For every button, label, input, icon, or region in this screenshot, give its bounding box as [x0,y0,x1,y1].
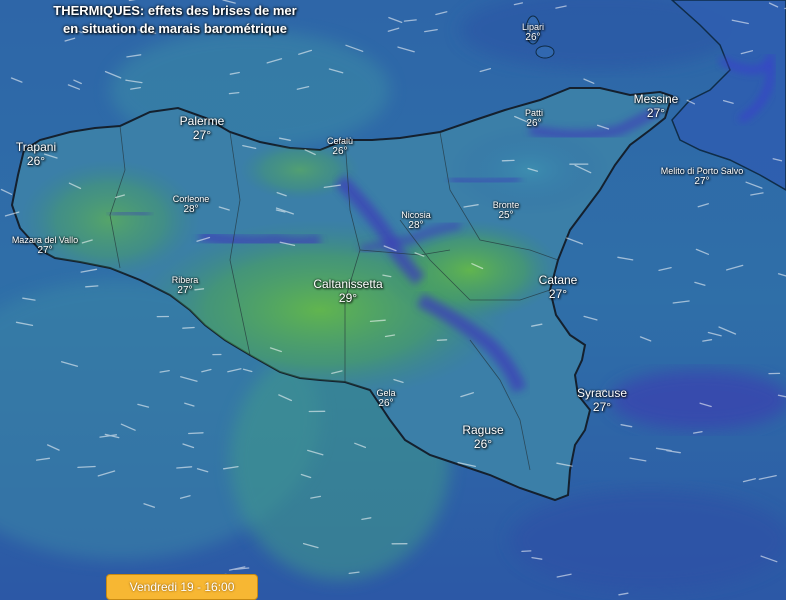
city-catane[interactable]: Catane 27° [539,273,578,301]
city-temp: 27° [192,128,212,142]
city-name: Mazara del Vallo [11,235,79,245]
wind-streak [182,326,195,329]
map-background [0,0,786,600]
city-name: Patti [524,108,544,118]
city-temp: 26° [525,32,541,43]
city-name: Gela [376,388,396,398]
title-line-2: en situation de marais barométrique [63,21,287,36]
city-lipari[interactable]: Lipari 26° [522,22,544,43]
city-nicosia[interactable]: Nicosia 28° [401,210,431,231]
city-temp: 26° [26,154,46,168]
map-title: THERMIQUES: effets des brises de mer en … [0,2,350,38]
city-name: Caltanissetta [313,277,383,291]
city-syracuse[interactable]: Syracuse 27° [577,386,627,414]
city-palerme[interactable]: Palerme 27° [180,114,225,142]
city-temp: 27° [548,287,568,301]
city-name: Ribera [171,275,199,285]
city-name: Melito di Porto Salvo [660,166,744,176]
city-temp: 26° [526,118,542,129]
city-raguse[interactable]: Raguse 26° [462,423,503,451]
city-temp: 27° [646,106,666,120]
title-line-1: THERMIQUES: effets des brises de mer [53,3,297,18]
city-temp: 27° [37,245,53,256]
city-name: Cefalù [326,136,354,146]
city-temp: 26° [332,146,348,157]
city-temp: 29° [338,291,358,305]
city-name: Corleone [172,194,210,204]
city-temp: 27° [592,400,612,414]
city-bronte[interactable]: Bronte 25° [493,200,520,221]
city-ribera[interactable]: Ribera 27° [172,275,199,296]
city-trapani[interactable]: Trapani 26° [16,140,56,168]
city-temp: 27° [694,176,710,187]
wind-streak [188,432,204,435]
wind-streak [77,465,96,469]
city-gela[interactable]: Gela 26° [376,388,395,409]
city-name: Trapani [15,140,57,154]
city-name: Nicosia [401,210,431,220]
city-name: Raguse [462,423,504,437]
wind-streak [436,339,448,341]
city-name: Bronte [492,200,520,210]
city-mazara-del-vallo[interactable]: Mazara del Vallo 27° [12,235,78,256]
weather-map: THERMIQUES: effets des brises de mer en … [0,0,786,600]
city-caltanissetta[interactable]: Caltanissetta 29° [313,277,382,305]
city-name: Catane [538,273,578,287]
city-cefalu[interactable]: Cefalù 26° [327,136,353,157]
city-temp: 27° [177,285,193,296]
city-temp: 28° [408,220,424,231]
city-temp: 25° [498,210,514,221]
city-patti[interactable]: Patti 26° [525,108,543,129]
city-name: Lipari [521,22,545,32]
time-selector-button[interactable]: Vendredi 19 - 16:00 [106,574,258,600]
city-messine[interactable]: Messine 27° [634,92,679,120]
city-name: Messine [633,92,679,106]
city-temp: 26° [473,437,493,451]
city-corleone[interactable]: Corleone 28° [173,194,210,215]
city-temp: 28° [183,204,199,215]
wind-streak [85,285,99,288]
city-name: Syracuse [576,386,628,400]
wind-streak [521,550,532,553]
city-temp: 26° [378,398,394,409]
city-name: Palerme [179,114,225,128]
city-melito-di-porto-salvo[interactable]: Melito di Porto Salvo 27° [661,166,744,187]
